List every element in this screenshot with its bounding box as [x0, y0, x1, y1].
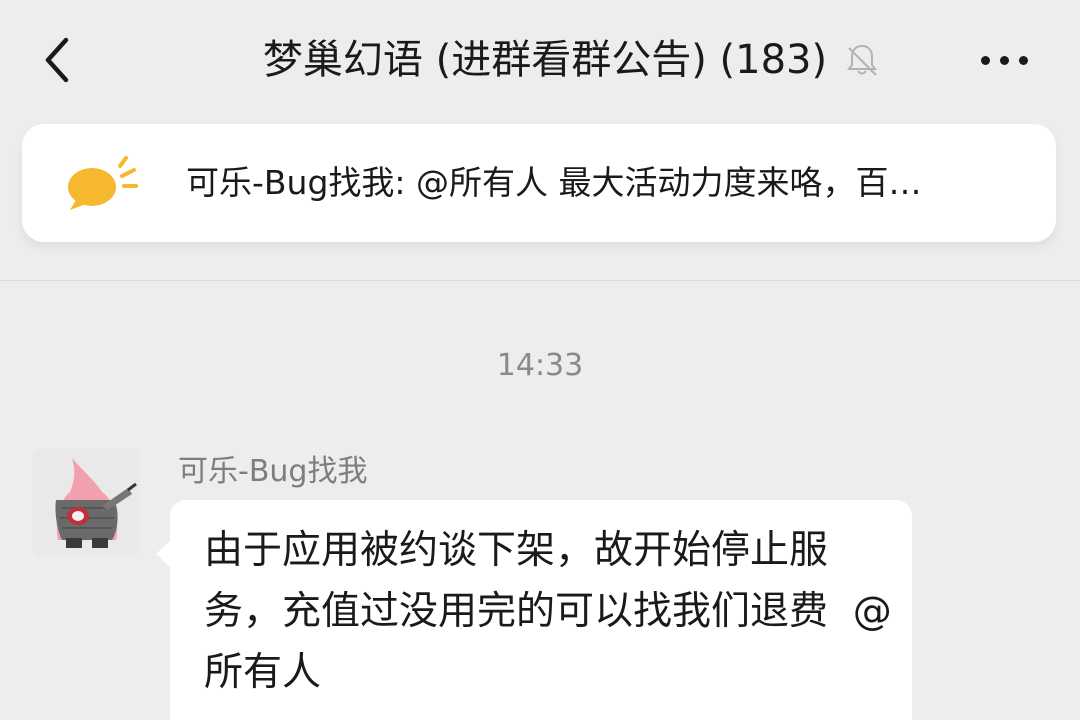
message-timestamp: 14:33 — [496, 348, 584, 383]
group-announcement[interactable]: 可乐-Bug找我: @所有人 最大活动力度来咯，百… — [22, 124, 1056, 258]
patrick-star-avatar — [32, 448, 140, 556]
back-button[interactable] — [30, 30, 90, 90]
dot — [999, 55, 1009, 65]
avatar[interactable] — [32, 448, 140, 556]
message-bubble[interactable]: 由于应用被约谈下架，故开始停止服务，充值过没用完的可以找我们退费 @所有人 — [156, 500, 912, 720]
divider — [0, 280, 1080, 281]
megaphone-icon — [62, 154, 152, 214]
chevron-left-icon — [45, 37, 69, 83]
chat-screen: 梦巢幻语 (进群看群公告) (183) 可乐-Bug找我: @所有人 最大活动力… — [0, 0, 1080, 720]
sender-name: 可乐-Bug找我 — [178, 454, 368, 489]
dot — [1018, 55, 1028, 65]
bell-muted-icon — [842, 40, 882, 80]
message-text: 由于应用被约谈下架，故开始停止服务，充值过没用完的可以找我们退费 @所有人 — [204, 528, 892, 695]
bubble-tail — [156, 540, 171, 568]
dot — [980, 55, 990, 65]
chat-title: 梦巢幻语 (进群看群公告) (183) — [262, 37, 828, 83]
more-options-button[interactable] — [968, 32, 1040, 88]
chat-header: 梦巢幻语 (进群看群公告) (183) — [0, 0, 1080, 122]
announcement-text: 可乐-Bug找我: @所有人 最大活动力度来咯，百… — [186, 163, 922, 202]
